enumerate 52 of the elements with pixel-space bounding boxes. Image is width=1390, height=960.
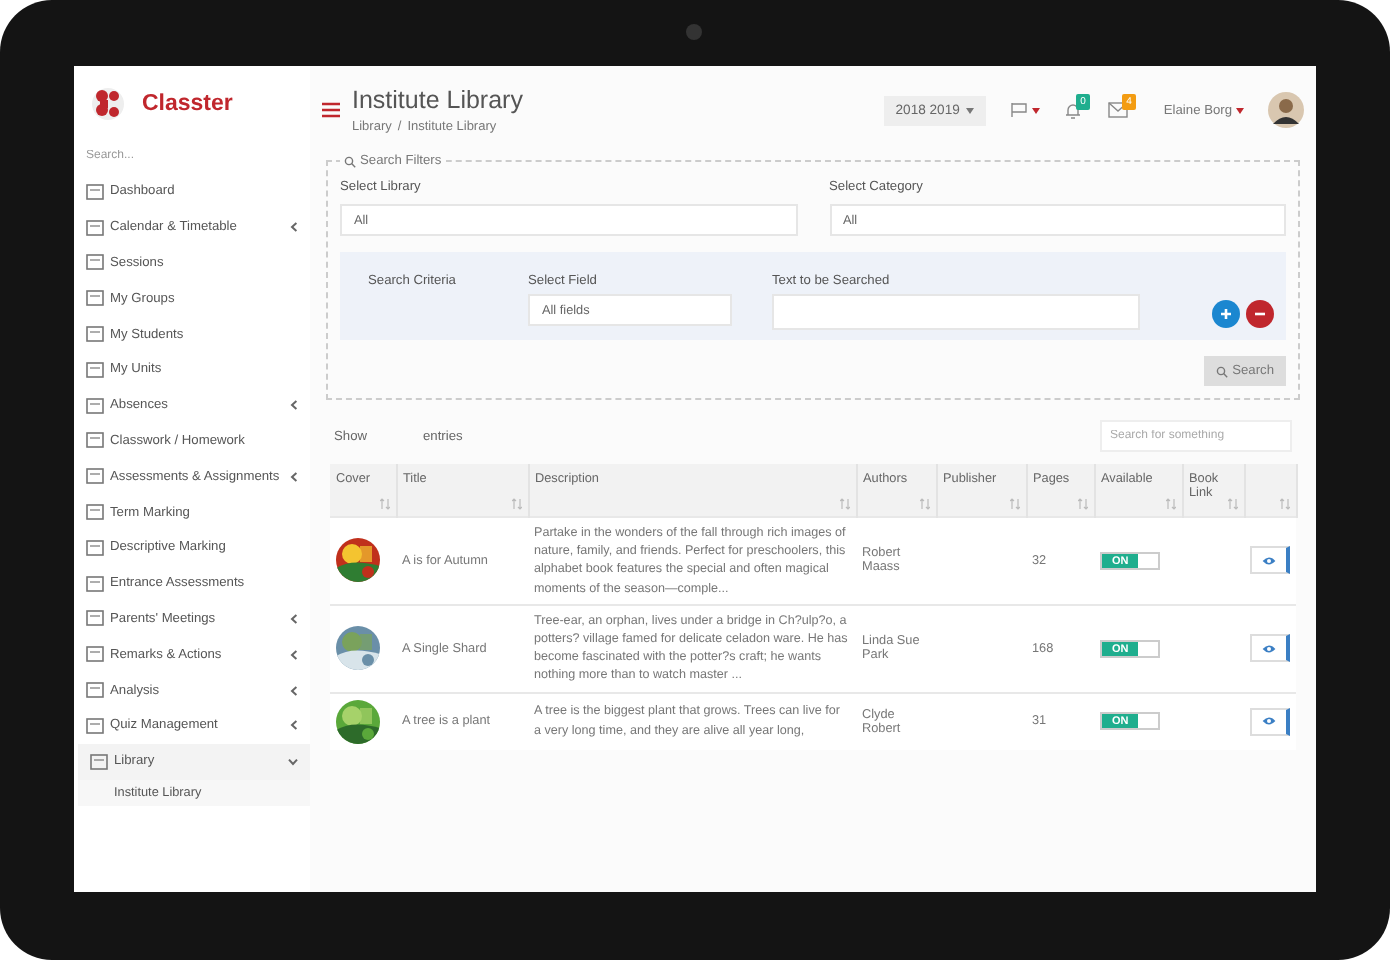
caret-icon	[965, 107, 974, 113]
avatar-icon[interactable]	[1268, 92, 1304, 128]
menu-item-icon	[86, 254, 104, 271]
search-text-field[interactable]	[772, 294, 1140, 330]
menu-item-icon	[86, 504, 104, 521]
add-button[interactable]	[1212, 300, 1240, 328]
remove-button[interactable]	[1246, 300, 1274, 328]
caret-icon	[1031, 107, 1040, 113]
eye-icon	[1262, 716, 1276, 727]
caret-icon	[1236, 107, 1244, 113]
menu-item-icon	[86, 219, 104, 236]
plus-icon	[1220, 308, 1232, 320]
search-icon	[344, 155, 356, 167]
sort-icon[interactable]	[1279, 498, 1289, 510]
view-button[interactable]	[1250, 634, 1290, 663]
sort-icon[interactable]	[511, 498, 521, 510]
sort-icon[interactable]	[1077, 498, 1087, 510]
menu-item-icon	[86, 610, 104, 627]
view-button[interactable]	[1250, 707, 1290, 736]
column-header[interactable]	[1244, 464, 1296, 517]
sort-icon[interactable]	[919, 498, 929, 510]
minus-icon	[1254, 312, 1266, 316]
bell-icon[interactable]	[1063, 101, 1082, 119]
flag-icon[interactable]	[1009, 102, 1028, 118]
logo-text: Classter	[142, 92, 233, 116]
menu-icon[interactable]	[322, 102, 340, 118]
view-button[interactable]	[1250, 546, 1290, 575]
menu-item-icon	[86, 432, 104, 449]
sort-icon[interactable]	[1227, 498, 1237, 510]
menu-item-icon	[86, 290, 104, 307]
menu-item-icon	[86, 539, 104, 556]
sort-icon[interactable]	[839, 498, 849, 510]
camera-icon	[686, 24, 702, 40]
sort-icon[interactable]	[1165, 498, 1175, 510]
menu-item-icon	[86, 183, 104, 200]
menu-item-icon	[86, 361, 104, 378]
search-icon	[1216, 365, 1229, 377]
menu-item-icon	[86, 397, 104, 414]
menu-item-icon	[86, 682, 104, 699]
sort-icon[interactable]	[1009, 498, 1019, 510]
menu-item-icon	[86, 575, 104, 592]
eye-icon	[1262, 643, 1276, 654]
menu-item-icon	[90, 753, 108, 770]
sort-icon[interactable]	[379, 498, 389, 510]
eye-icon	[1262, 555, 1276, 566]
mail-icon[interactable]	[1107, 102, 1128, 118]
menu-item-icon	[86, 468, 104, 485]
logo-icon	[90, 86, 126, 122]
page-title: Institute Library	[352, 86, 525, 114]
menu-item-icon	[86, 717, 104, 734]
menu-item-icon	[86, 326, 104, 343]
menu-item-icon	[86, 646, 104, 663]
